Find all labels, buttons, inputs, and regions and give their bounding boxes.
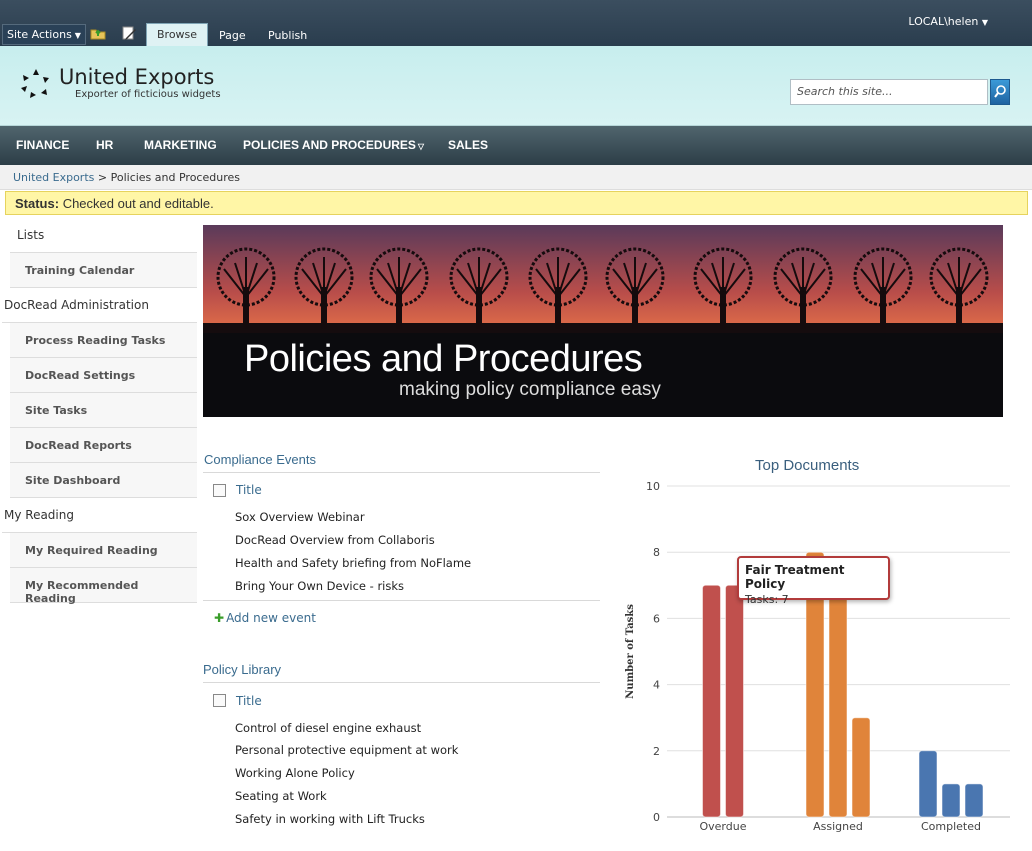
list-item[interactable]: Health and Safety briefing from NoFlame [235,556,471,570]
chevron-down-icon: ▼ [74,31,81,40]
divider [203,600,600,601]
list-item[interactable]: Safety in working with Lift Trucks [235,812,425,826]
tooltip-value: Tasks: 7 [745,593,789,606]
site-actions-menu[interactable]: Site Actions ▼ [2,24,86,45]
divider [203,472,600,473]
column-header-title[interactable]: Title [236,483,262,497]
add-new-label: Add new event [226,611,316,625]
x-tick-label: Overdue [700,820,747,833]
list-item[interactable]: DocRead Overview from Collaboris [235,533,435,547]
x-tick-label: Assigned [813,820,863,833]
ql-item-site-dashboard[interactable]: Site Dashboard [10,463,197,498]
chart-plot: 0 2 4 6 8 10 Number of Tasks Overdue Assigned Com… [625,480,1010,833]
ql-head-docread-administration[interactable]: DocRead Administration [2,288,197,323]
select-all-checkbox[interactable] [213,484,226,497]
site-actions-label: Site Actions [7,28,72,41]
ql-item-my-recommended-reading[interactable]: My Recommended Reading [10,568,197,605]
tab-browse[interactable]: Browse [146,23,209,46]
ql-item-docread-reports[interactable]: DocRead Reports [10,428,197,463]
banner-title: Policies and Procedures [244,338,643,380]
bar [725,584,744,818]
edit-page-icon[interactable] [121,25,137,41]
bar [941,783,961,818]
ql-item-process-reading-tasks[interactable]: Process Reading Tasks [10,323,197,358]
status-bar: Status: Checked out and editable. [5,191,1028,215]
ql-head-my-reading[interactable]: My Reading [2,498,197,533]
y-tick-label: 0 [653,811,660,824]
column-header-title[interactable]: Title [236,694,262,708]
status-text: Checked out and editable. [62,196,214,211]
nav-marketing[interactable]: MARKETING [144,138,217,152]
breadcrumb: United Exports > Policies and Procedures [0,165,1032,190]
list-item[interactable]: Personal protective equipment at work [235,743,458,757]
search-button[interactable] [990,79,1010,105]
quick-launch: Lists Training Calendar DocRead Administ… [2,218,197,605]
ql-item-docread-settings[interactable]: DocRead Settings [10,358,197,393]
banner-subtitle: making policy compliance easy [399,379,661,400]
ribbon: Site Actions ▼ Browse Page Publish LOCAL\… [0,0,1032,46]
ql-item-training-calendar[interactable]: Training Calendar [10,253,197,288]
bar [918,750,938,818]
page-banner: Policies and Procedures making policy co… [203,225,1003,417]
list-item[interactable]: Control of diesel engine exhaust [235,721,421,735]
y-tick-label: 10 [646,480,660,493]
nav-finance[interactable]: FINANCE [16,138,69,152]
user-name: LOCAL\helen [908,15,979,28]
y-tick-label: 2 [653,745,660,758]
site-logo-icon[interactable] [18,66,54,102]
add-new-event-link[interactable]: ✚ Add new event [214,611,316,625]
bar [851,717,871,818]
tab-publish[interactable]: Publish [258,27,317,46]
add-icon: ✚ [214,611,225,625]
list-item[interactable]: Bring Your Own Device - risks [235,579,404,593]
bar [828,584,848,818]
ql-head-lists[interactable]: Lists [10,218,197,253]
nav-hr[interactable]: HR [96,138,113,152]
list-item[interactable]: Sox Overview Webinar [235,510,365,524]
top-navigation: FINANCE HR MARKETING POLICIES AND PROCED… [0,126,1032,165]
ql-item-site-tasks[interactable]: Site Tasks [10,393,197,428]
list-item[interactable]: Seating at Work [235,789,327,803]
site-header: United Exports Exporter of ficticious wi… [0,46,1032,126]
policy-library-title[interactable]: Policy Library [203,662,281,677]
tooltip-title: Fair Treatment Policy [745,563,845,591]
y-tick-label: 8 [653,546,660,559]
nav-sales[interactable]: SALES [448,138,488,152]
bar [702,584,721,818]
y-axis-label: Number of Tasks [625,604,636,699]
breadcrumb-current: > Policies and Procedures [97,171,240,184]
nav-policies-label: POLICIES AND PROCEDURES [243,138,416,152]
x-tick-label: Completed [921,820,981,833]
y-tick-label: 6 [653,612,660,625]
tab-page[interactable]: Page [209,27,256,46]
compliance-events-title[interactable]: Compliance Events [204,452,316,467]
divider [203,682,600,683]
chevron-down-icon: ▽ [417,142,425,151]
user-menu[interactable]: LOCAL\helen ▼ [908,15,988,28]
chart-tooltip: Fair Treatment Policy Tasks: 7 [737,556,890,606]
nav-policies-and-procedures[interactable]: POLICIES AND PROCEDURES ▽ [243,138,424,152]
top-documents-chart: Top Documents 0 2 4 6 8 10 Number of Tasks Over… [620,450,1020,840]
search-icon [994,85,1006,98]
navigate-up-icon[interactable] [90,25,106,41]
ql-item-my-required-reading[interactable]: My Required Reading [10,533,197,568]
search-input[interactable]: Search this site... [790,79,988,105]
select-all-checkbox[interactable] [213,694,226,707]
bar [964,783,984,818]
chevron-down-icon: ▼ [981,18,988,27]
breadcrumb-root[interactable]: United Exports [13,171,94,184]
y-tick-label: 4 [653,679,660,692]
list-item[interactable]: Working Alone Policy [235,766,355,780]
site-title[interactable]: United Exports [59,65,214,89]
site-subtitle: Exporter of ficticious widgets [75,89,221,100]
status-label: Status: [15,196,60,211]
